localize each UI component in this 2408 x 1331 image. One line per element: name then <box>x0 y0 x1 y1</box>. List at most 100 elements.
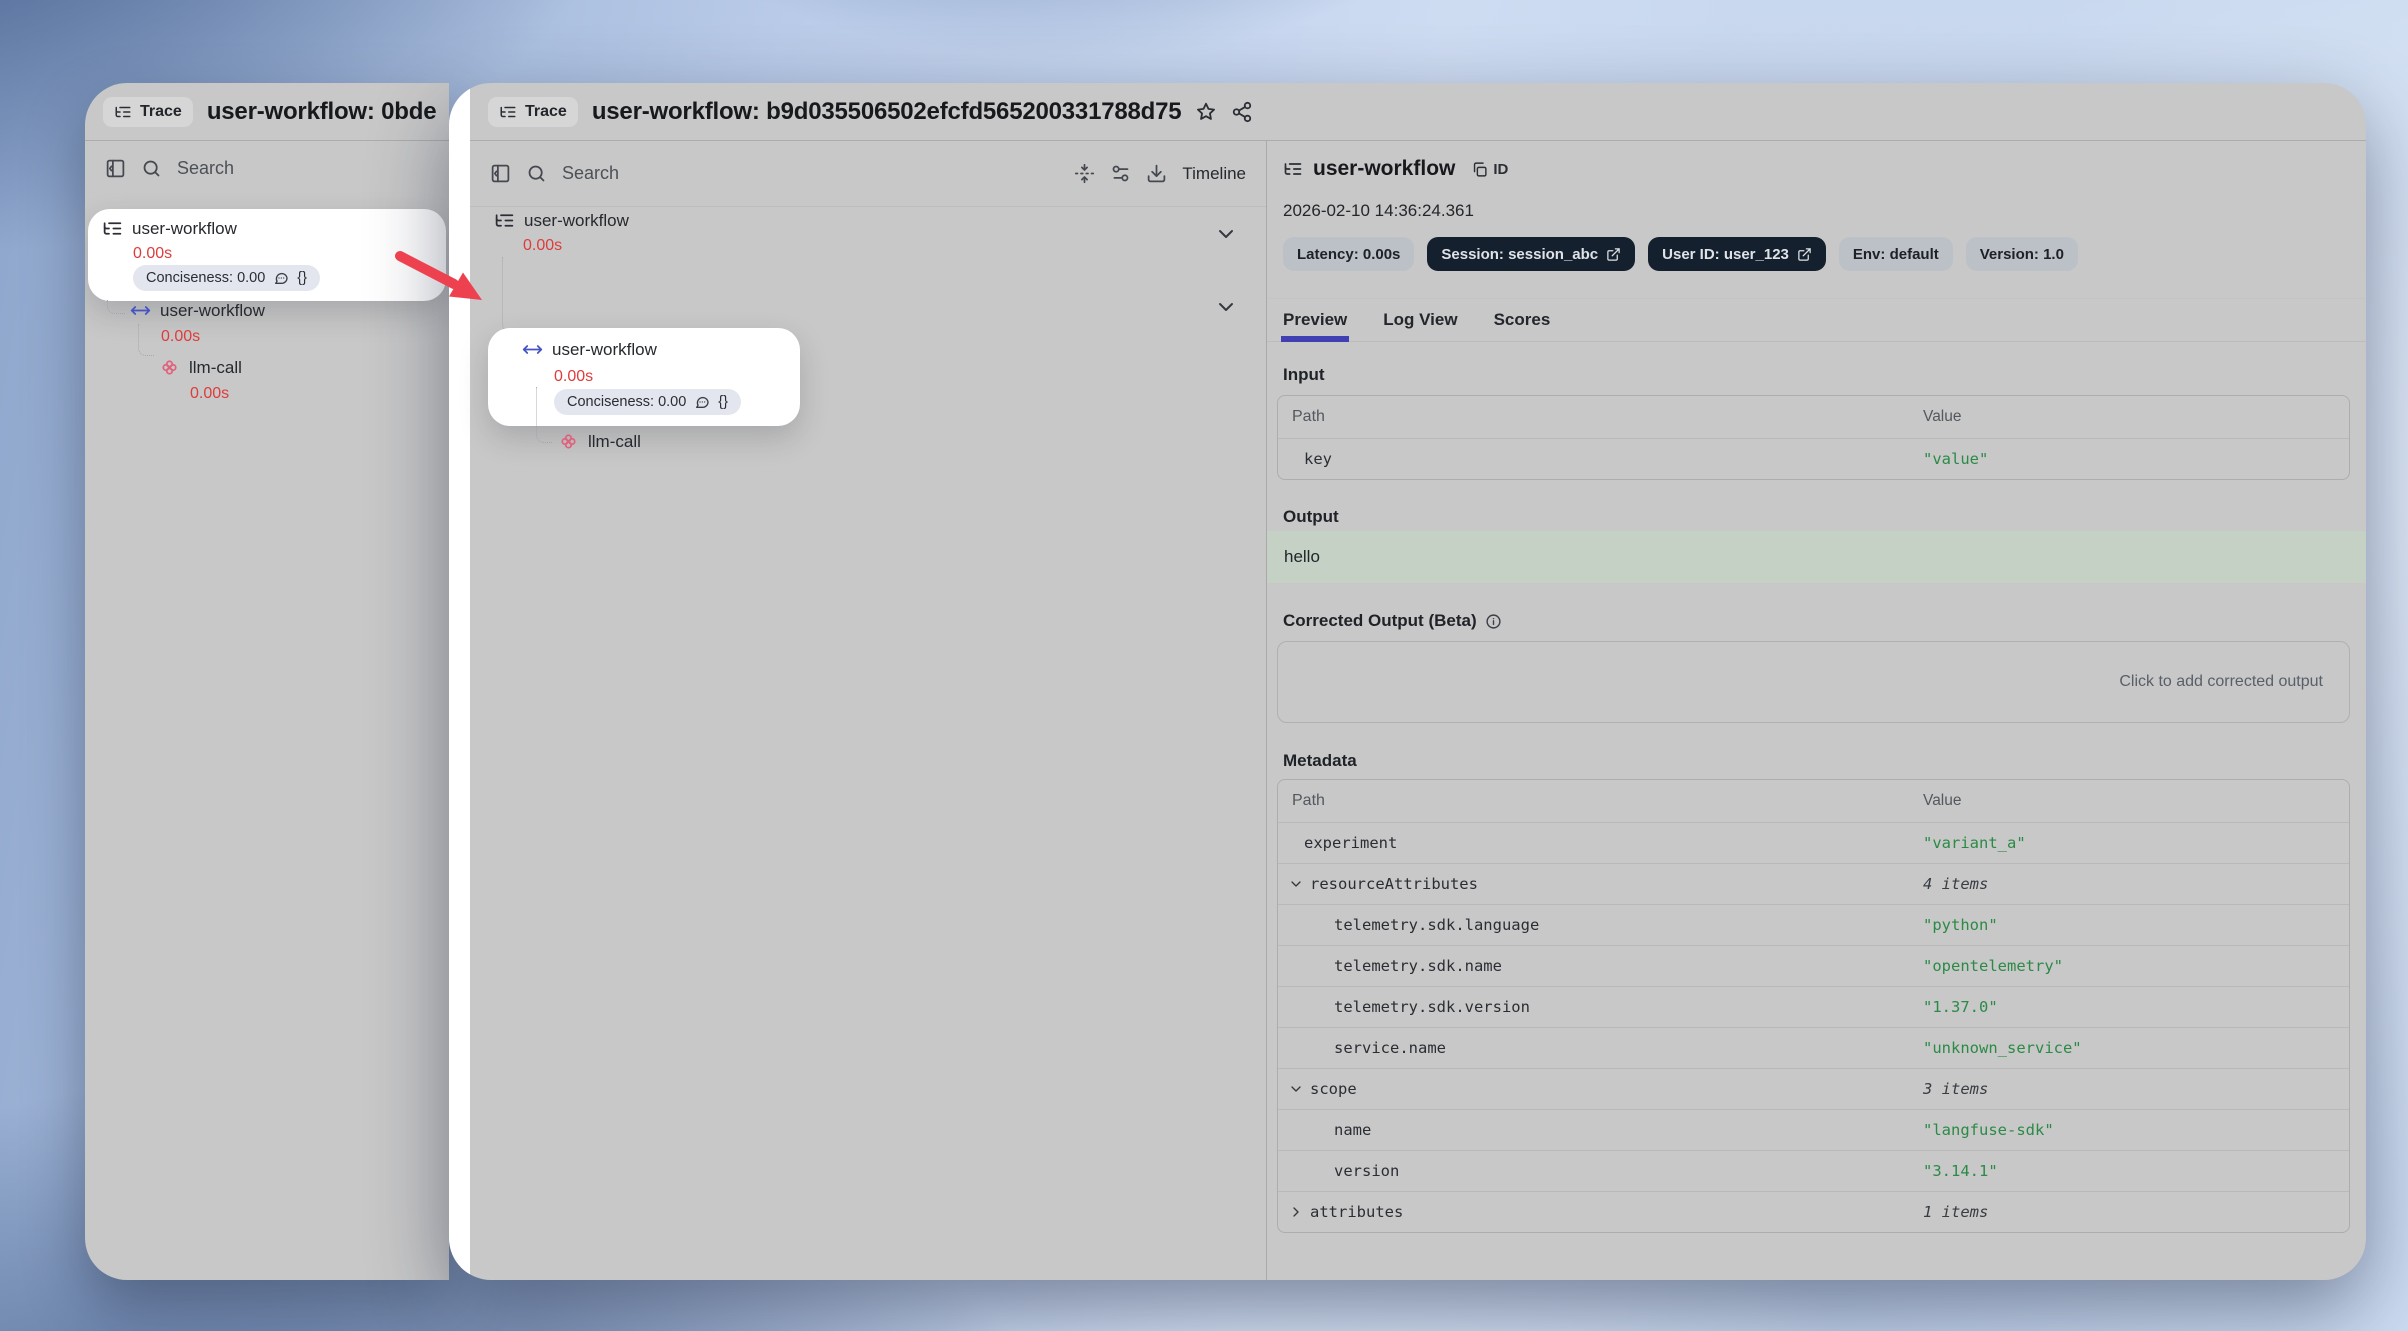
generation-flower-icon <box>558 431 579 452</box>
span-duration: 0.00s <box>190 385 229 403</box>
chevron-right-icon <box>1288 1204 1304 1220</box>
span-duration: 0.00s <box>161 328 200 346</box>
trace-badge-user-id[interactable]: User ID: user_123 <box>1648 237 1826 271</box>
row-value: 4 items <box>1923 875 1988 893</box>
badge-label: Session: session_abc <box>1441 246 1598 263</box>
corrected-output-heading: Corrected Output (Beta) <box>1283 611 1502 631</box>
trace-badge-version: Version: 1.0 <box>1966 237 2078 271</box>
search-input[interactable]: Search <box>562 163 619 184</box>
settings-sliders-icon[interactable] <box>1110 163 1131 184</box>
input-table: PathValuekey"value" <box>1277 395 2350 480</box>
row-value: "langfuse-sdk" <box>1923 1121 2054 1139</box>
selected-span-card[interactable]: user-workflow 0.00s Conciseness: 0.00 {} <box>488 328 800 426</box>
table-header-row: PathValue <box>1278 780 2349 822</box>
detail-tabs: Preview Log View Scores <box>1267 298 2366 342</box>
tree-connector <box>536 387 552 443</box>
metadata-table: PathValue experiment "variant_a" resourceAt… <box>1277 779 2350 1233</box>
output-value: hello <box>1267 531 2366 583</box>
tree-node[interactable]: user-workflow <box>522 339 657 360</box>
tree-node[interactable]: llm-call <box>159 357 242 378</box>
search-icon <box>526 163 547 184</box>
trace-window-titlebar: Trace user-workflow: b9d035506502efcfd56… <box>470 83 2366 141</box>
corrected-output-editor[interactable]: Click to add corrected output <box>1277 641 2350 723</box>
move-horizontal-icon <box>522 339 543 360</box>
fold-vertical-icon[interactable] <box>1074 163 1095 184</box>
table-row: telemetry.sdk.language"python" <box>1278 904 2349 945</box>
list-tree-icon <box>114 103 132 121</box>
chevron-down-icon[interactable] <box>1214 222 1238 246</box>
tab-preview[interactable]: Preview <box>1283 299 1347 341</box>
trace-badge-label: Trace <box>140 103 182 121</box>
score-badge[interactable]: Conciseness: 0.00 {} <box>133 265 320 291</box>
corrected-output-label: Corrected Output (Beta) <box>1283 611 1477 631</box>
row-key: attributes <box>1278 1203 1403 1221</box>
table-row[interactable]: scope3 items <box>1278 1068 2349 1109</box>
chevron-down-icon <box>1288 1081 1304 1097</box>
row-value: "3.14.1" <box>1923 1162 1998 1180</box>
row-key: key <box>1278 450 1332 468</box>
badge-label: Version: 1.0 <box>1980 246 2064 263</box>
tree-node-root[interactable]: user-workflow <box>494 210 629 231</box>
row-value: "unknown_service" <box>1923 1039 2082 1057</box>
panel-collapse-icon[interactable] <box>490 163 511 184</box>
row-key: name <box>1278 1121 1371 1139</box>
tab-log-view[interactable]: Log View <box>1383 299 1457 341</box>
table-row[interactable]: resourceAttributes4 items <box>1278 863 2349 904</box>
copy-id-button[interactable]: ID <box>1471 161 1508 178</box>
row-key: experiment <box>1278 834 1397 852</box>
list-tree-icon <box>1283 159 1303 179</box>
tree-node[interactable]: llm-call <box>558 431 641 452</box>
score-label: Conciseness: 0.00 <box>567 394 686 410</box>
tree-node[interactable]: user-workflow <box>130 300 265 321</box>
copy-icon <box>1471 161 1488 178</box>
span-duration: 0.00s <box>523 237 562 255</box>
window-title: user-workflow: 0bde <box>207 98 437 126</box>
trace-badge-latency: Latency: 0.00s <box>1283 237 1414 271</box>
input-section-heading: Input <box>1283 365 1325 385</box>
table-header-row: PathValue <box>1278 396 2349 438</box>
trace-detail-window: Trace user-workflow: b9d035506502efcfd56… <box>449 83 2366 1280</box>
panel-collapse-icon[interactable] <box>105 158 126 179</box>
search-icon <box>141 158 162 179</box>
tree-connector <box>107 300 125 314</box>
table-row[interactable]: attributes1 items <box>1278 1191 2349 1232</box>
row-key: scope <box>1278 1080 1357 1098</box>
download-icon[interactable] <box>1146 163 1167 184</box>
list-tree-icon <box>499 103 517 121</box>
column-header-path: Path <box>1278 408 1325 426</box>
score-badge[interactable]: Conciseness: 0.00 {} <box>554 389 741 415</box>
comment-icon <box>694 394 710 410</box>
row-value: "1.37.0" <box>1923 998 1998 1016</box>
span-title: user-workflow <box>1313 157 1455 181</box>
share-icon[interactable] <box>1231 101 1253 123</box>
search-input[interactable]: Search <box>177 158 234 179</box>
trace-badge-session[interactable]: Session: session_abc <box>1427 237 1635 271</box>
row-key: service.name <box>1278 1039 1446 1057</box>
tab-scores[interactable]: Scores <box>1494 299 1551 341</box>
span-name: llm-call <box>588 432 641 452</box>
trace-badge-env: Env: default <box>1839 237 1953 271</box>
move-horizontal-icon <box>130 300 151 321</box>
row-value: "variant_a" <box>1923 834 2026 852</box>
trace-badge: Trace <box>103 97 193 127</box>
metadata-section-heading: Metadata <box>1283 751 1357 771</box>
span-name: user-workflow <box>132 219 237 239</box>
list-tree-icon <box>494 210 515 231</box>
tree-node[interactable]: user-workflow <box>102 218 237 239</box>
span-name: user-workflow <box>524 211 629 231</box>
span-name: user-workflow <box>160 301 265 321</box>
star-icon[interactable] <box>1195 101 1217 123</box>
table-row: key"value" <box>1278 438 2349 479</box>
timeline-toggle[interactable]: Timeline <box>1182 164 1246 184</box>
score-label: Conciseness: 0.00 <box>146 270 265 286</box>
annotation-arrow <box>388 246 500 318</box>
row-value: "opentelemetry" <box>1923 957 2063 975</box>
row-key: telemetry.sdk.language <box>1278 916 1539 934</box>
chevron-down-icon[interactable] <box>1214 295 1238 319</box>
info-icon[interactable] <box>1485 613 1502 630</box>
table-row: name "langfuse-sdk" <box>1278 1109 2349 1150</box>
comment-icon <box>273 270 289 286</box>
badge-label: User ID: user_123 <box>1662 246 1789 263</box>
trace-badge-label: Trace <box>525 103 567 121</box>
list-tree-icon <box>102 218 123 239</box>
